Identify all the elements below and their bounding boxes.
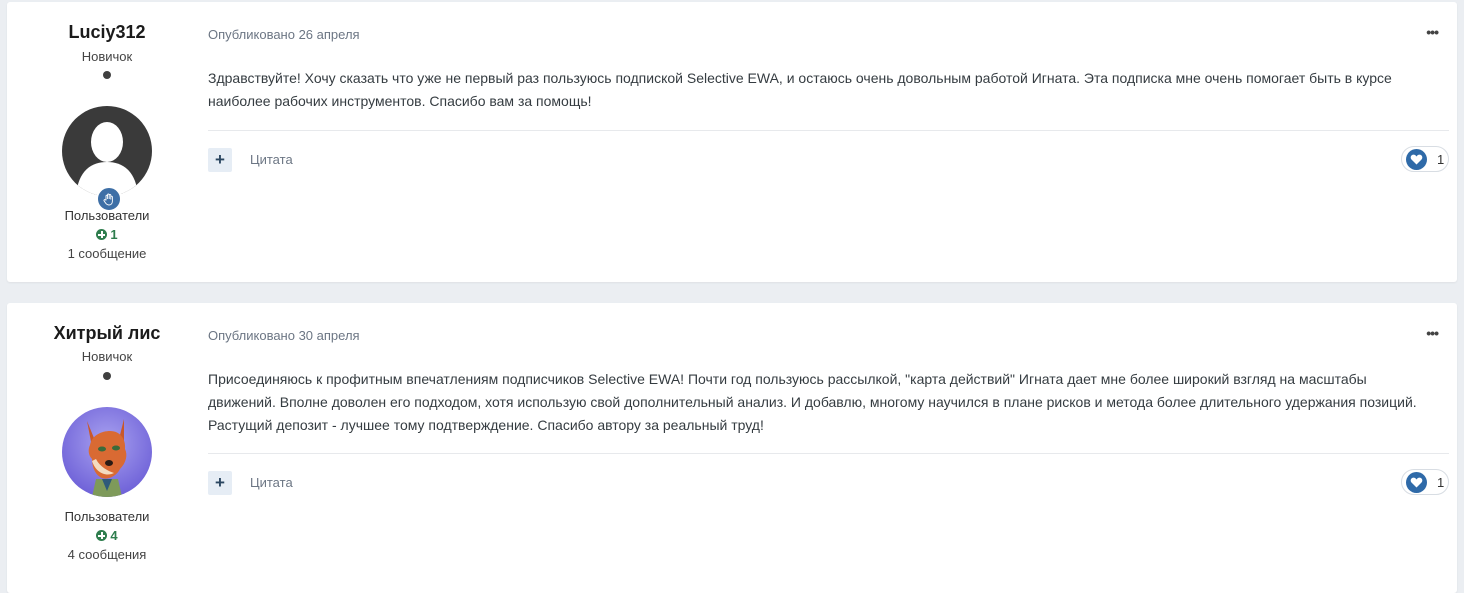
post-divider: [208, 130, 1449, 131]
post-divider: [208, 453, 1449, 454]
forum-post: Хитрый лис Новичок Пользователи 4 4 сооб…: [7, 303, 1457, 593]
author-rank: Новичок: [81, 349, 133, 364]
author-name[interactable]: Хитрый лис: [7, 323, 207, 344]
reaction-button[interactable]: 1: [1401, 146, 1449, 172]
multiquote-add-button[interactable]: +: [208, 148, 232, 172]
reaction-button[interactable]: 1: [1401, 469, 1449, 495]
author-rank: Новичок: [81, 49, 133, 64]
author-name[interactable]: Luciy312: [7, 22, 207, 43]
quote-button[interactable]: Цитата: [250, 152, 293, 167]
forum-post: Luciy312 Новичок Пользователи 1 1 сообще…: [7, 2, 1457, 282]
author-group: Пользователи: [64, 208, 150, 223]
default-avatar-icon: [62, 106, 152, 196]
heart-icon: [1406, 471, 1427, 493]
heart-icon: [1406, 148, 1427, 170]
reaction-count: 1: [1437, 151, 1445, 167]
reputation-value: 4: [110, 528, 118, 543]
reputation-value: 1: [110, 227, 118, 242]
author-reputation: 1: [7, 227, 207, 242]
multiquote-add-button[interactable]: +: [208, 471, 232, 495]
quote-button[interactable]: Цитата: [250, 475, 293, 490]
author-post-count[interactable]: 1 сообщение: [7, 246, 207, 261]
post-date[interactable]: Опубликовано 30 апреля: [208, 328, 360, 343]
author-group: Пользователи: [64, 509, 150, 524]
avatar[interactable]: [62, 106, 152, 196]
post-content: Присоединяюсь к профитным впечатлениям п…: [208, 371, 1417, 433]
post-content: Здравствуйте! Хочу сказать что уже не пе…: [208, 70, 1392, 109]
fox-avatar-icon: [62, 407, 152, 497]
online-status-dot: [103, 372, 111, 380]
author-reputation: 4: [7, 528, 207, 543]
reaction-count: 1: [1437, 474, 1445, 490]
author-post-count[interactable]: 4 сообщения: [7, 547, 207, 562]
avatar[interactable]: [62, 407, 152, 497]
post-date[interactable]: Опубликовано 26 апреля: [208, 27, 360, 42]
plus-circle-icon: [96, 229, 108, 240]
more-icon[interactable]: •••: [1426, 325, 1439, 341]
online-status-dot: [103, 71, 111, 79]
plus-circle-icon: [96, 530, 108, 541]
more-icon[interactable]: •••: [1426, 24, 1439, 40]
